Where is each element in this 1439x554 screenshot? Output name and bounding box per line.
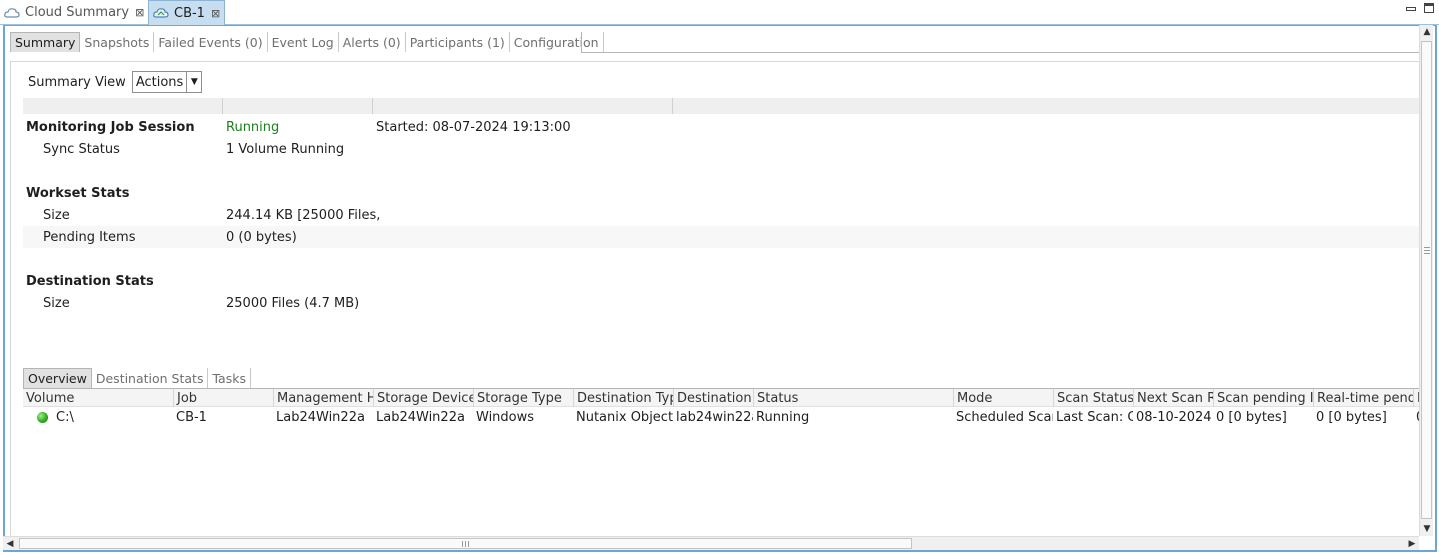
cell-job: CB-1	[176, 409, 207, 425]
tab-failed-events[interactable]: Failed Events (0)	[154, 32, 268, 52]
cell-destination-type: Nutanix Objects	[576, 409, 673, 425]
workset-size-label: Size	[43, 207, 70, 223]
column-header-management-host[interactable]: Management Hc	[273, 389, 373, 407]
tab-cloud-summary-label: Cloud Summary	[25, 5, 130, 20]
table-row[interactable]: C:\ CB-1 Lab24Win22a Lab24Win22a Windows…	[23, 407, 1420, 427]
minimize-icon	[1406, 7, 1416, 11]
cell-storage-device: Lab24Win22a	[376, 409, 465, 425]
tab-destination-stats[interactable]: Destination Stats	[92, 368, 209, 388]
stats-column-header	[23, 98, 1420, 114]
column-header-storage-device[interactable]: Storage Device	[373, 389, 473, 407]
close-icon[interactable]: ⊠	[135, 6, 144, 19]
summary-view-bar: Summary View Actions ▼	[28, 71, 203, 93]
destination-title-row: Destination Stats	[23, 270, 1420, 292]
cell-realtime-pending: 0 [0 bytes]	[1316, 409, 1387, 425]
column-header-storage-type[interactable]: Storage Type	[473, 389, 573, 407]
tab-overview[interactable]: Overview	[23, 368, 92, 388]
actions-dropdown-value: Actions	[135, 74, 184, 90]
cell-scan-pending: 0 [0 bytes]	[1216, 409, 1287, 425]
maximize-icon	[1424, 3, 1434, 13]
summary-view-label: Summary View	[28, 74, 126, 90]
column-header-mode[interactable]: Mode	[953, 389, 1053, 407]
tab-alerts[interactable]: Alerts (0)	[339, 32, 406, 52]
pending-items-value: 0 (0 bytes)	[226, 229, 297, 245]
cell-volume-text: C:\	[56, 409, 74, 425]
sync-status-row: Sync Status 1 Volume Running	[23, 138, 1420, 160]
column-separator	[222, 98, 223, 114]
tab-snapshots[interactable]: Snapshots	[80, 32, 155, 52]
chevron-down-icon: ▼	[186, 72, 201, 92]
column-header-scan-status[interactable]: Scan Status	[1053, 389, 1133, 407]
destination-size-row: Size 25000 Files (4.7 MB)	[23, 292, 1420, 314]
workset-title-row: Workset Stats	[23, 182, 1420, 204]
tab-cloud-summary[interactable]: Cloud Summary ⊠	[0, 0, 146, 25]
monitoring-status: Running	[226, 119, 280, 135]
cell-destination-id: lab24win22a	[676, 409, 753, 425]
lower-tab-bar: Overview Destination Stats Tasks	[23, 367, 251, 388]
scroll-left-icon[interactable]: ◀	[3, 537, 17, 551]
workset-size-row: Size 244.14 KB [25000 Files,	[23, 204, 1420, 226]
tab-cb-1-label: CB-1	[174, 5, 205, 21]
cell-management-host: Lab24Win22a	[276, 409, 365, 425]
vertical-scrollbar[interactable]: ▲ ▼	[1419, 25, 1433, 536]
cell-status: Running	[756, 409, 810, 425]
tab-tasks[interactable]: Tasks	[208, 368, 251, 388]
maximize-button[interactable]	[1423, 2, 1435, 14]
sub-tab-divider-edge	[581, 32, 582, 52]
cell-volume: C:\	[23, 407, 173, 427]
cell-storage-type: Windows	[476, 409, 535, 425]
column-header-scan-pending[interactable]: Scan pending It	[1213, 389, 1313, 407]
horizontal-scroll-thumb[interactable]	[19, 538, 912, 549]
scroll-up-icon[interactable]: ▲	[1420, 25, 1434, 39]
destination-size-value: 25000 Files (4.7 MB)	[226, 295, 360, 311]
close-icon[interactable]: ⊠	[211, 7, 220, 20]
monitoring-title: Monitoring Job Session	[26, 119, 195, 135]
column-header-destination-type[interactable]: Destination Typ	[573, 389, 673, 407]
tab-summary[interactable]: Summary	[10, 32, 81, 52]
scroll-down-icon[interactable]: ▼	[1420, 522, 1434, 536]
volume-table-header: Volume Job Management Hc Storage Device …	[23, 389, 1420, 407]
tab-configuration[interactable]: Configuration	[510, 32, 604, 52]
monitoring-started: Started: 08-07-2024 19:13:00	[376, 119, 571, 135]
editor-frame: Summary Snapshots Failed Events (0) Even…	[3, 25, 1437, 552]
scroll-right-icon[interactable]: ▶	[1405, 537, 1419, 551]
grip-icon	[1424, 247, 1430, 254]
tab-cb-1[interactable]: CB-1 ⊠	[148, 0, 225, 25]
cell-scan-status: Last Scan: C	[1056, 409, 1133, 425]
column-header-volume[interactable]: Volume	[23, 389, 173, 407]
cell-next-scan: 08-10-2024	[1136, 409, 1212, 425]
minimize-button[interactable]	[1405, 2, 1417, 14]
column-header-status[interactable]: Status	[753, 389, 953, 407]
column-header-next-scan[interactable]: Next Scan R	[1133, 389, 1213, 407]
column-header-job[interactable]: Job	[173, 389, 273, 407]
cloud-icon	[4, 7, 20, 18]
sync-status-label: Sync Status	[43, 141, 120, 157]
grip-icon	[462, 541, 469, 547]
monitoring-row: Monitoring Job Session Running Started: …	[23, 116, 1420, 138]
pending-items-row: Pending Items 0 (0 bytes)	[23, 226, 1420, 248]
editor-tab-strip: Cloud Summary ⊠ CB-1 ⊠	[0, 0, 1439, 25]
destination-title: Destination Stats	[26, 273, 154, 289]
workset-size-value: 244.14 KB [25000 Files,	[226, 207, 381, 223]
column-header-realtime-pending[interactable]: Real-time pendi	[1313, 389, 1413, 407]
status-green-icon	[37, 411, 48, 423]
actions-dropdown[interactable]: Actions ▼	[131, 71, 203, 93]
column-separator	[372, 98, 373, 114]
column-header-destination-id[interactable]: Destination I	[673, 389, 753, 407]
vertical-scroll-thumb[interactable]	[1421, 41, 1432, 519]
destination-size-label: Size	[43, 295, 70, 311]
summary-panel: Summary View Actions ▼ Monitoring Job Se…	[10, 61, 1420, 539]
sync-status-value: 1 Volume Running	[226, 141, 345, 157]
workset-title: Workset Stats	[26, 185, 130, 201]
sub-tab-bar: Summary Snapshots Failed Events (0) Even…	[10, 32, 604, 52]
sub-tab-divider	[581, 52, 1419, 53]
column-separator	[672, 98, 673, 114]
pending-items-label: Pending Items	[43, 229, 136, 245]
tab-participants[interactable]: Participants (1)	[406, 32, 510, 52]
tab-event-log[interactable]: Event Log	[268, 32, 339, 52]
cell-mode: Scheduled Scan	[956, 409, 1053, 425]
cloud-sync-icon	[153, 8, 169, 18]
horizontal-scrollbar[interactable]: ◀ ▶	[3, 536, 1419, 550]
window-controls	[1405, 2, 1435, 14]
